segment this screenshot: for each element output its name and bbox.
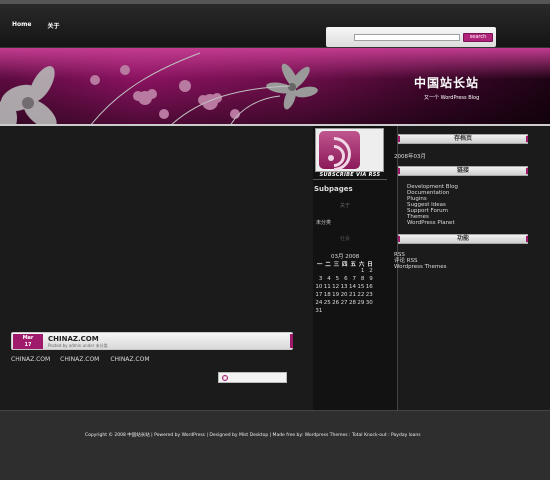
- calendar-day: 22: [357, 292, 365, 298]
- calendar-day: 10: [315, 284, 323, 290]
- calendar-day: 5: [335, 276, 340, 282]
- site-description: 又一个 WordPress Blog: [424, 95, 480, 101]
- meta-widget-title: 功能: [398, 234, 528, 244]
- calendar-day: 24: [315, 300, 323, 306]
- calendar-day: 28: [348, 300, 356, 306]
- rss-icon: [309, 129, 360, 179]
- post-body-text: CHINAZ.COM: [11, 356, 51, 363]
- calendar-week: 31: [314, 308, 373, 316]
- calendar-day: 6: [344, 276, 348, 282]
- calendar-day: 12: [332, 284, 340, 290]
- footer-credits: Copyright © 2008 中国站长站 | Powered by Word…: [85, 433, 421, 438]
- content-area: [0, 126, 313, 410]
- calendar: 一 二 三 四 五 六 日 1 2 3 4 5 6 7 8 9 10 11 12…: [314, 260, 373, 316]
- rss-subscribe-button[interactable]: [309, 128, 384, 179]
- calendar-week: 1 2: [314, 268, 373, 276]
- calendar-day: 17: [315, 292, 323, 298]
- calendar-day: 27: [340, 300, 348, 306]
- main-nav: Home 关于: [12, 21, 59, 30]
- meta-list: RSS 评论 RSS Wordpress Themes: [394, 252, 446, 270]
- calendar-day: [339, 268, 347, 276]
- calendar-weekday: 四: [342, 262, 348, 268]
- calendar-week: 24 25 26 27 28 29 30: [314, 300, 373, 308]
- post-title[interactable]: CHINAZ.COM: [48, 335, 99, 343]
- subpage-link[interactable]: 社会: [340, 235, 350, 242]
- post-header: Mar 17 CHINAZ.COM Posted by admin under …: [11, 332, 293, 350]
- calendar-weekday: 二: [325, 262, 331, 268]
- calendar-day: [322, 268, 330, 276]
- calendar-day: 3: [318, 276, 323, 282]
- subpage-link[interactable]: 关于: [340, 202, 350, 209]
- search-button[interactable]: search: [463, 33, 493, 42]
- calendar-day: 1: [360, 268, 365, 274]
- calendar-week: 3 4 5 6 7 8 9: [314, 276, 373, 284]
- nav-home[interactable]: Home: [12, 21, 31, 30]
- calendar-day: 2: [369, 268, 373, 274]
- header-banner: 中国站长站 又一个 WordPress Blog: [0, 48, 550, 126]
- archive-link[interactable]: 2008年03月: [394, 152, 426, 160]
- calendar-week: 17 18 19 20 21 22 23: [314, 292, 373, 300]
- calendar-day: 21: [348, 292, 356, 298]
- calendar-day: 13: [340, 284, 348, 290]
- meta-link[interactable]: Wordpress Themes: [394, 264, 446, 270]
- search-input[interactable]: [354, 34, 460, 41]
- comment-link[interactable]: ○: [218, 372, 287, 383]
- site-title[interactable]: 中国站长站: [414, 74, 479, 91]
- calendar-day: 26: [332, 300, 340, 306]
- calendar-day: [356, 308, 364, 316]
- links-list: Development Blog Documentation Plugins S…: [407, 184, 458, 226]
- comment-icon: ○: [222, 375, 228, 381]
- calendar-day: [322, 308, 330, 316]
- calendar-day: 31: [315, 308, 323, 314]
- post-meta: Posted by admin under 未分类: [48, 343, 108, 348]
- post-body-text: CHINAZ.COM: [60, 356, 100, 363]
- post-body: CHINAZ.COM CHINAZ.COM CHINAZ.COM: [11, 356, 150, 363]
- archives-widget-title: 存档页: [398, 134, 528, 144]
- calendar-day: 4: [327, 276, 331, 282]
- calendar-day: 23: [365, 292, 373, 298]
- nav-about[interactable]: 关于: [47, 21, 59, 30]
- calendar-week: 10 11 12 13 14 15 16: [314, 284, 373, 292]
- post-date-day: 17: [24, 341, 32, 348]
- calendar-weekday: 三: [333, 262, 340, 268]
- calendar-header-row: 一 二 三 四 五 六 日: [314, 260, 373, 268]
- calendar-day: 15: [357, 284, 365, 290]
- calendar-weekday: 日: [367, 262, 373, 268]
- top-navigation-bar: Home 关于 search: [0, 0, 550, 48]
- calendar-day: [331, 308, 339, 316]
- calendar-day: 18: [323, 292, 331, 298]
- calendar-caption: 03月 2008: [331, 254, 360, 260]
- calendar-day: [364, 308, 372, 316]
- calendar-day: [314, 268, 322, 276]
- calendar-day: 8: [360, 276, 365, 282]
- links-widget-title: 链接: [398, 166, 528, 176]
- calendar-day: [339, 308, 347, 316]
- page-footer: Copyright © 2008 中国站长站 | Powered by Word…: [0, 410, 550, 480]
- calendar-day: 14: [348, 284, 356, 290]
- search-box: search: [326, 27, 496, 47]
- calendar-day: 9: [369, 276, 373, 282]
- calendar-weekday: 一: [316, 262, 323, 268]
- calendar-day: 25: [323, 300, 331, 306]
- subpages-title: Subpages: [314, 185, 353, 193]
- calendar-day: 20: [340, 292, 348, 298]
- calendar-day: 29: [357, 300, 365, 306]
- calendar-day: 30: [365, 300, 373, 306]
- post-body-text: CHINAZ.COM: [110, 356, 150, 363]
- calendar-day: 11: [323, 284, 331, 290]
- calendar-day: [348, 268, 356, 276]
- calendar-day: 16: [365, 284, 373, 290]
- top-strip: [0, 0, 550, 4]
- blogroll-link[interactable]: WordPress Planet: [407, 220, 458, 226]
- calendar-weekday: 五: [350, 262, 356, 268]
- calendar-day: [348, 308, 356, 316]
- calendar-weekday: 六: [358, 262, 365, 268]
- calendar-day: 19: [332, 292, 340, 298]
- post-date-badge: Mar 17: [13, 334, 43, 349]
- calendar-day: [331, 268, 339, 276]
- calendar-day: 7: [352, 276, 356, 282]
- subpage-link[interactable]: 未分类: [316, 219, 331, 226]
- rss-label[interactable]: SUBSCRIBE VIA RSS: [313, 172, 387, 180]
